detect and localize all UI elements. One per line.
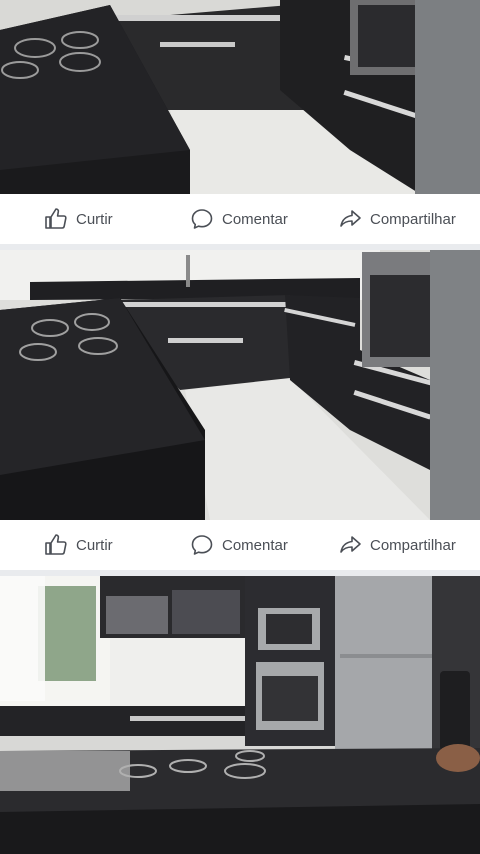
comment-label: Comentar [222, 536, 288, 554]
thumbs-up-icon [44, 207, 68, 231]
post-1-photo[interactable] [0, 0, 480, 194]
share-label: Compartilhar [370, 210, 456, 228]
post-1-action-bar: Curtir Comentar Compartilhar [0, 194, 480, 244]
like-label: Curtir [76, 536, 113, 554]
comment-button[interactable]: Comentar [190, 520, 288, 570]
speech-bubble-icon [190, 533, 214, 557]
like-button[interactable]: Curtir [44, 520, 113, 570]
like-button[interactable]: Curtir [44, 194, 113, 244]
share-label: Compartilhar [370, 536, 456, 554]
share-arrow-icon [338, 207, 362, 231]
comment-button[interactable]: Comentar [190, 194, 288, 244]
post-2-action-bar: Curtir Comentar Compartilhar [0, 520, 480, 570]
share-arrow-icon [338, 533, 362, 557]
speech-bubble-icon [190, 207, 214, 231]
share-button[interactable]: Compartilhar [338, 520, 456, 570]
post-3-photo[interactable] [0, 576, 480, 854]
post-2-photo[interactable] [0, 250, 480, 520]
thumbs-up-icon [44, 533, 68, 557]
comment-label: Comentar [222, 210, 288, 228]
share-button[interactable]: Compartilhar [338, 194, 456, 244]
like-label: Curtir [76, 210, 113, 228]
